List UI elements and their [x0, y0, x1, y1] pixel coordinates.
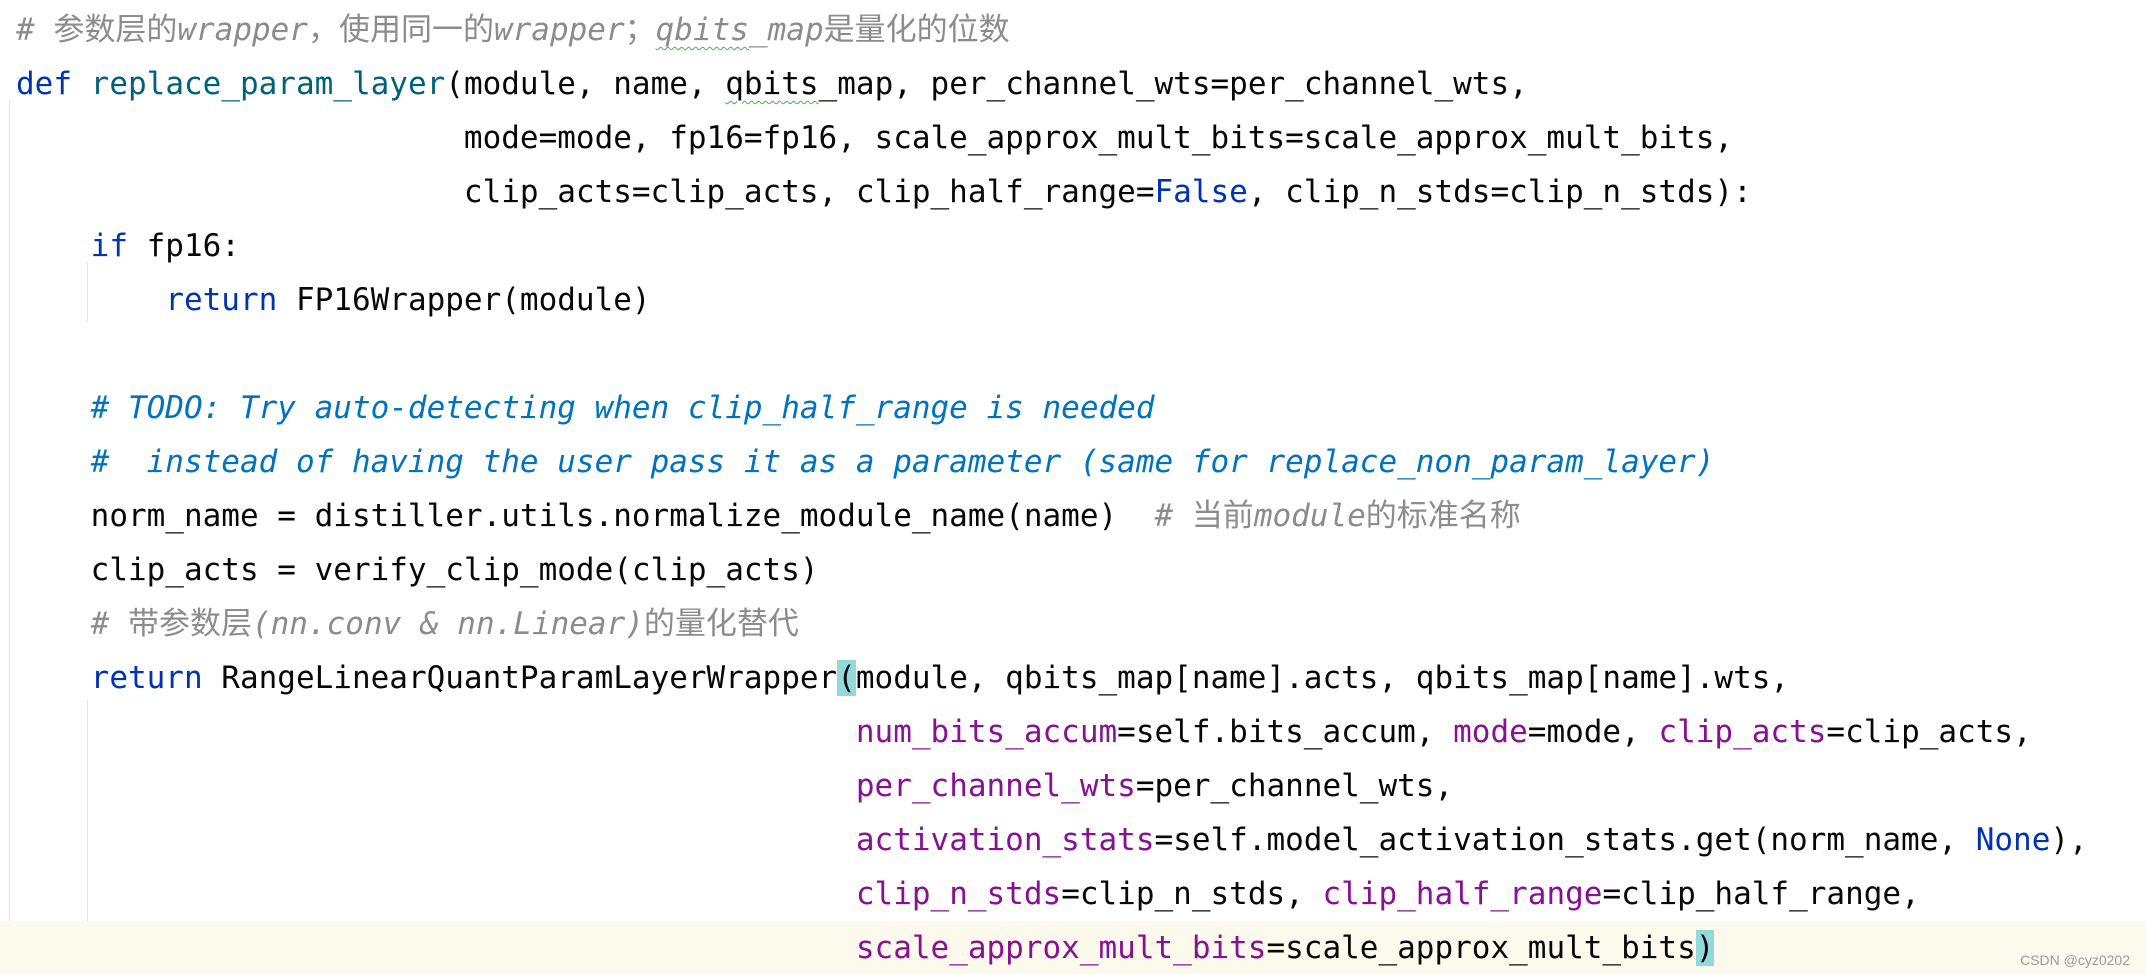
code-token: FP16Wrapper(module): [277, 282, 651, 318]
code-text: return RangeLinearQuantParamLayerWrapper…: [16, 651, 1789, 705]
code-token: =clip_half_range,: [1602, 876, 1920, 912]
code-token: # 当前module的标准名称: [1154, 498, 1521, 534]
code-token: num_bits_accum: [855, 714, 1118, 750]
code-token: def: [16, 66, 72, 102]
code-text: if fp16:: [16, 219, 240, 273]
code-token: replace_param_layer: [90, 66, 446, 102]
code-token: clip_half_range: [1322, 876, 1603, 912]
code-text: clip_acts=clip_acts, clip_half_range=Fal…: [16, 165, 1752, 219]
code-token: =self.bits_accum,: [1117, 714, 1454, 750]
code-token: _map是量化的位数: [748, 12, 1010, 48]
code-token: return: [165, 282, 278, 318]
code-token: mode=mode, fp16=fp16, scale_approx_mult_…: [16, 120, 1734, 156]
code-line[interactable]: # 带参数层(nn.conv & nn.Linear)的量化替代: [0, 597, 2146, 651]
code-token: =self.model_activation_stats.get(norm_na…: [1154, 822, 1976, 858]
code-token: # instead of having the user pass it as …: [90, 444, 1715, 480]
code-token: (module, name,: [445, 66, 726, 102]
code-line[interactable]: def replace_param_layer(module, name, qb…: [0, 57, 2146, 111]
code-token: =per_channel_wts,: [1135, 768, 1454, 804]
code-token: if: [90, 228, 128, 264]
code-text: # TODO: Try auto-detecting when clip_hal…: [16, 381, 1155, 435]
code-line[interactable]: if fp16:: [0, 219, 2146, 273]
code-line[interactable]: return FP16Wrapper(module): [0, 273, 2146, 327]
code-line[interactable]: num_bits_accum=self.bits_accum, mode=mod…: [0, 705, 2146, 759]
code-line[interactable]: return RangeLinearQuantParamLayerWrapper…: [0, 651, 2146, 705]
code-line[interactable]: clip_n_stds=clip_n_stds, clip_half_range…: [0, 867, 2146, 921]
code-text: activation_stats=self.model_activation_s…: [16, 813, 2088, 867]
code-token: qbits: [655, 12, 749, 48]
code-token: None: [1975, 822, 2051, 858]
code-token: norm_name = distiller.utils.normalize_mo…: [16, 498, 1155, 534]
code-line[interactable]: clip_acts=clip_acts, clip_half_range=Fal…: [0, 165, 2146, 219]
code-token: RangeLinearQuantParamLayerWrapper: [202, 660, 838, 696]
code-token: mode: [1453, 714, 1528, 750]
code-line[interactable]: mode=mode, fp16=fp16, scale_approx_mult_…: [0, 111, 2146, 165]
code-token: clip_n_stds: [855, 876, 1062, 912]
code-text: return FP16Wrapper(module): [16, 273, 651, 327]
code-line[interactable]: norm_name = distiller.utils.normalize_mo…: [0, 489, 2146, 543]
code-token: clip_acts: [1658, 714, 1827, 750]
code-line[interactable]: # instead of having the user pass it as …: [0, 435, 2146, 489]
code-token: _map, per_channel_wts=per_channel_wts,: [818, 66, 1528, 102]
code-token: fp16:: [127, 228, 240, 264]
watermark: CSDN @cyz0202: [2020, 952, 2130, 968]
code-text: scale_approx_mult_bits=scale_approx_mult…: [16, 921, 1715, 974]
code-token: False: [1154, 174, 1248, 210]
code-text: num_bits_accum=self.bits_accum, mode=mod…: [16, 705, 2032, 759]
code-text: norm_name = distiller.utils.normalize_mo…: [16, 489, 1521, 543]
code-text: # instead of having the user pass it as …: [16, 435, 1715, 489]
code-token: return: [90, 660, 203, 696]
code-text: per_channel_wts=per_channel_wts,: [16, 759, 1453, 813]
code-token: , clip_n_stds=clip_n_stds):: [1247, 174, 1752, 210]
code-token: # TODO: Try auto-detecting when clip_hal…: [90, 390, 1155, 426]
code-line[interactable]: # 参数层的wrapper，使用同一的wrapper；qbits_map是量化的…: [0, 3, 2146, 57]
code-token: # 参数层的wrapper，使用同一的wrapper；: [16, 12, 656, 48]
code-line[interactable]: clip_acts = verify_clip_mode(clip_acts): [0, 543, 2146, 597]
code-line[interactable]: per_channel_wts=per_channel_wts,: [0, 759, 2146, 813]
code-line[interactable]: activation_stats=self.model_activation_s…: [0, 813, 2146, 867]
code-editor[interactable]: # 参数层的wrapper，使用同一的wrapper；qbits_map是量化的…: [0, 0, 2146, 974]
code-token: (: [837, 660, 856, 696]
code-token: =scale_approx_mult_bits: [1266, 930, 1696, 966]
code-token: qbits: [725, 66, 819, 102]
code-token: # 带参数层(nn.conv & nn.Linear)的量化替代: [90, 606, 799, 642]
code-text: # 参数层的wrapper，使用同一的wrapper；qbits_map是量化的…: [16, 3, 1010, 57]
code-line[interactable]: scale_approx_mult_bits=scale_approx_mult…: [0, 921, 2146, 974]
code-token: =clip_acts,: [1826, 714, 2032, 750]
code-text: # 带参数层(nn.conv & nn.Linear)的量化替代: [16, 597, 799, 651]
code-text: clip_n_stds=clip_n_stds, clip_half_range…: [16, 867, 1920, 921]
code-token: clip_acts = verify_clip_mode(clip_acts): [16, 552, 819, 588]
code-line[interactable]: [0, 327, 2146, 381]
code-token: scale_approx_mult_bits: [855, 930, 1267, 966]
code-token: ),: [2050, 822, 2088, 858]
code-token: =mode,: [1527, 714, 1659, 750]
code-token: per_channel_wts: [855, 768, 1136, 804]
code-token: module, qbits_map[name].acts, qbits_map[…: [855, 660, 1790, 696]
code-line[interactable]: # TODO: Try auto-detecting when clip_hal…: [0, 381, 2146, 435]
code-text: def replace_param_layer(module, name, qb…: [16, 57, 1528, 111]
code-token: ): [1695, 930, 1715, 966]
code-token: clip_acts=clip_acts, clip_half_range=: [16, 174, 1155, 210]
code-text: mode=mode, fp16=fp16, scale_approx_mult_…: [16, 111, 1733, 165]
code-text: clip_acts = verify_clip_mode(clip_acts): [16, 543, 819, 597]
code-token: activation_stats: [855, 822, 1155, 858]
code-token: =clip_n_stds,: [1061, 876, 1323, 912]
